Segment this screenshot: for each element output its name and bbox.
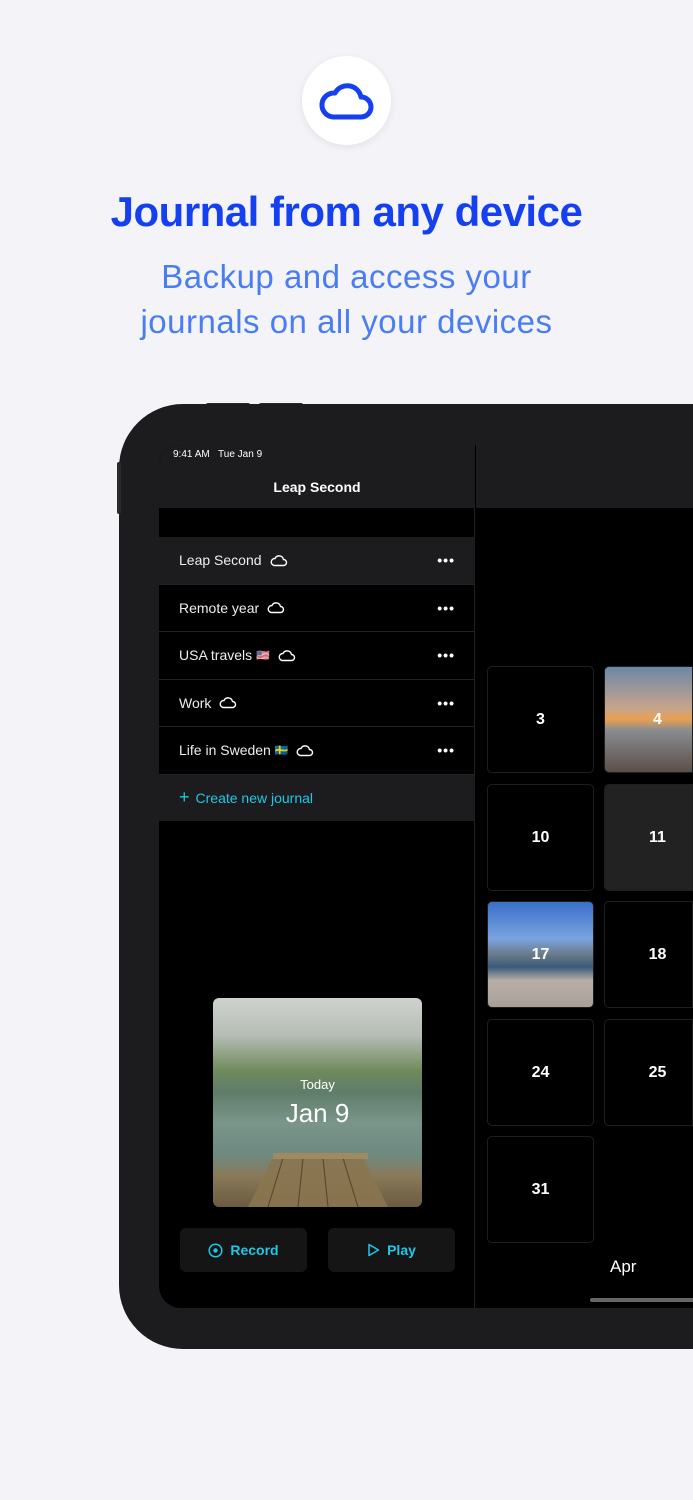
calendar-day[interactable]: 10 [487, 784, 594, 891]
calendar-day[interactable]: 3 [487, 666, 594, 773]
nav-title: Leap Second [273, 479, 361, 495]
record-label: Record [230, 1242, 279, 1258]
today-label: Today [300, 1077, 335, 1092]
calendar-day[interactable]: 24 [487, 1019, 594, 1126]
home-indicator [590, 1298, 693, 1302]
more-icon[interactable]: ••• [437, 695, 455, 711]
journal-item[interactable]: Remote year ••• [159, 585, 475, 632]
cloud-icon [296, 744, 314, 757]
play-label: Play [387, 1242, 416, 1258]
calendar-day[interactable]: 31 [487, 1136, 594, 1243]
record-icon [208, 1242, 223, 1258]
calendar-day[interactable]: 4 [604, 666, 693, 773]
journal-name: Work [179, 694, 212, 711]
journal-name: USA travels [179, 647, 253, 664]
sidebar: 9:41 AM Tue Jan 9 Leap Second Leap Secon… [159, 445, 475, 1308]
journal-name: Life in Sweden [179, 742, 271, 759]
today-card[interactable]: Today Jan 9 [213, 998, 422, 1207]
create-journal-button[interactable]: + Create new journal [159, 774, 475, 821]
today-date: Jan 9 [285, 1098, 350, 1128]
cloud-icon [278, 649, 296, 662]
journal-item[interactable]: Leap Second ••• [159, 537, 475, 585]
nav-bar: 9:41 AM Tue Jan 9 Leap Second [159, 445, 475, 508]
hero-title: Journal from any device [110, 188, 583, 235]
device-side-button [117, 462, 121, 514]
status-time: 9:41 AM [173, 449, 210, 460]
flag-emoji: 🇺🇸 [256, 649, 270, 662]
app-logo [302, 56, 391, 145]
cloud-icon [219, 696, 237, 709]
journal-item[interactable]: Life in Sweden 🇸🇪 ••• [159, 727, 475, 775]
journal-item[interactable]: USA travels 🇺🇸 ••• [159, 632, 475, 680]
calendar-day[interactable]: 25 [604, 1019, 693, 1126]
more-icon[interactable]: ••• [437, 600, 455, 616]
ipad-screen: 9:41 AM Tue Jan 9 Leap Second Leap Secon… [159, 445, 693, 1308]
flag-emoji: 🇸🇪 [274, 744, 289, 757]
status-bar: 9:41 AM Tue Jan 9 [173, 449, 262, 460]
calendar-day[interactable]: 17 [487, 901, 594, 1008]
record-button[interactable]: Record [180, 1228, 307, 1272]
calendar-view: 3 4 10 11 17 18 24 25 31 Apr [476, 445, 693, 1308]
journal-name: Remote year [179, 599, 260, 616]
month-label: Apr [610, 1257, 637, 1276]
status-date: Tue Jan 9 [218, 449, 263, 460]
play-button[interactable]: Play [328, 1228, 455, 1272]
journal-name: Leap Second [179, 552, 262, 569]
cloud-icon [319, 82, 373, 119]
cloud-icon [270, 554, 288, 567]
calendar-day[interactable]: 18 [604, 901, 693, 1008]
create-label: Create new journal [195, 789, 314, 806]
subtitle-line: Backup and access your [161, 258, 532, 295]
more-icon[interactable]: ••• [437, 552, 455, 568]
play-icon [368, 1243, 380, 1257]
calendar-day[interactable]: 11 [604, 784, 693, 891]
main-nav-bar [476, 445, 693, 508]
subtitle-line: journals on all your devices [140, 303, 553, 340]
more-icon[interactable]: ••• [437, 647, 455, 663]
journal-item[interactable]: Work ••• [159, 680, 475, 727]
journal-list: Leap Second ••• Remote year ••• USA travel… [159, 537, 475, 821]
more-icon[interactable]: ••• [437, 742, 455, 758]
hero-subtitle: Backup and access your journals on all yo… [0, 254, 693, 344]
cloud-icon [267, 601, 285, 614]
plus-icon: + [179, 787, 190, 807]
